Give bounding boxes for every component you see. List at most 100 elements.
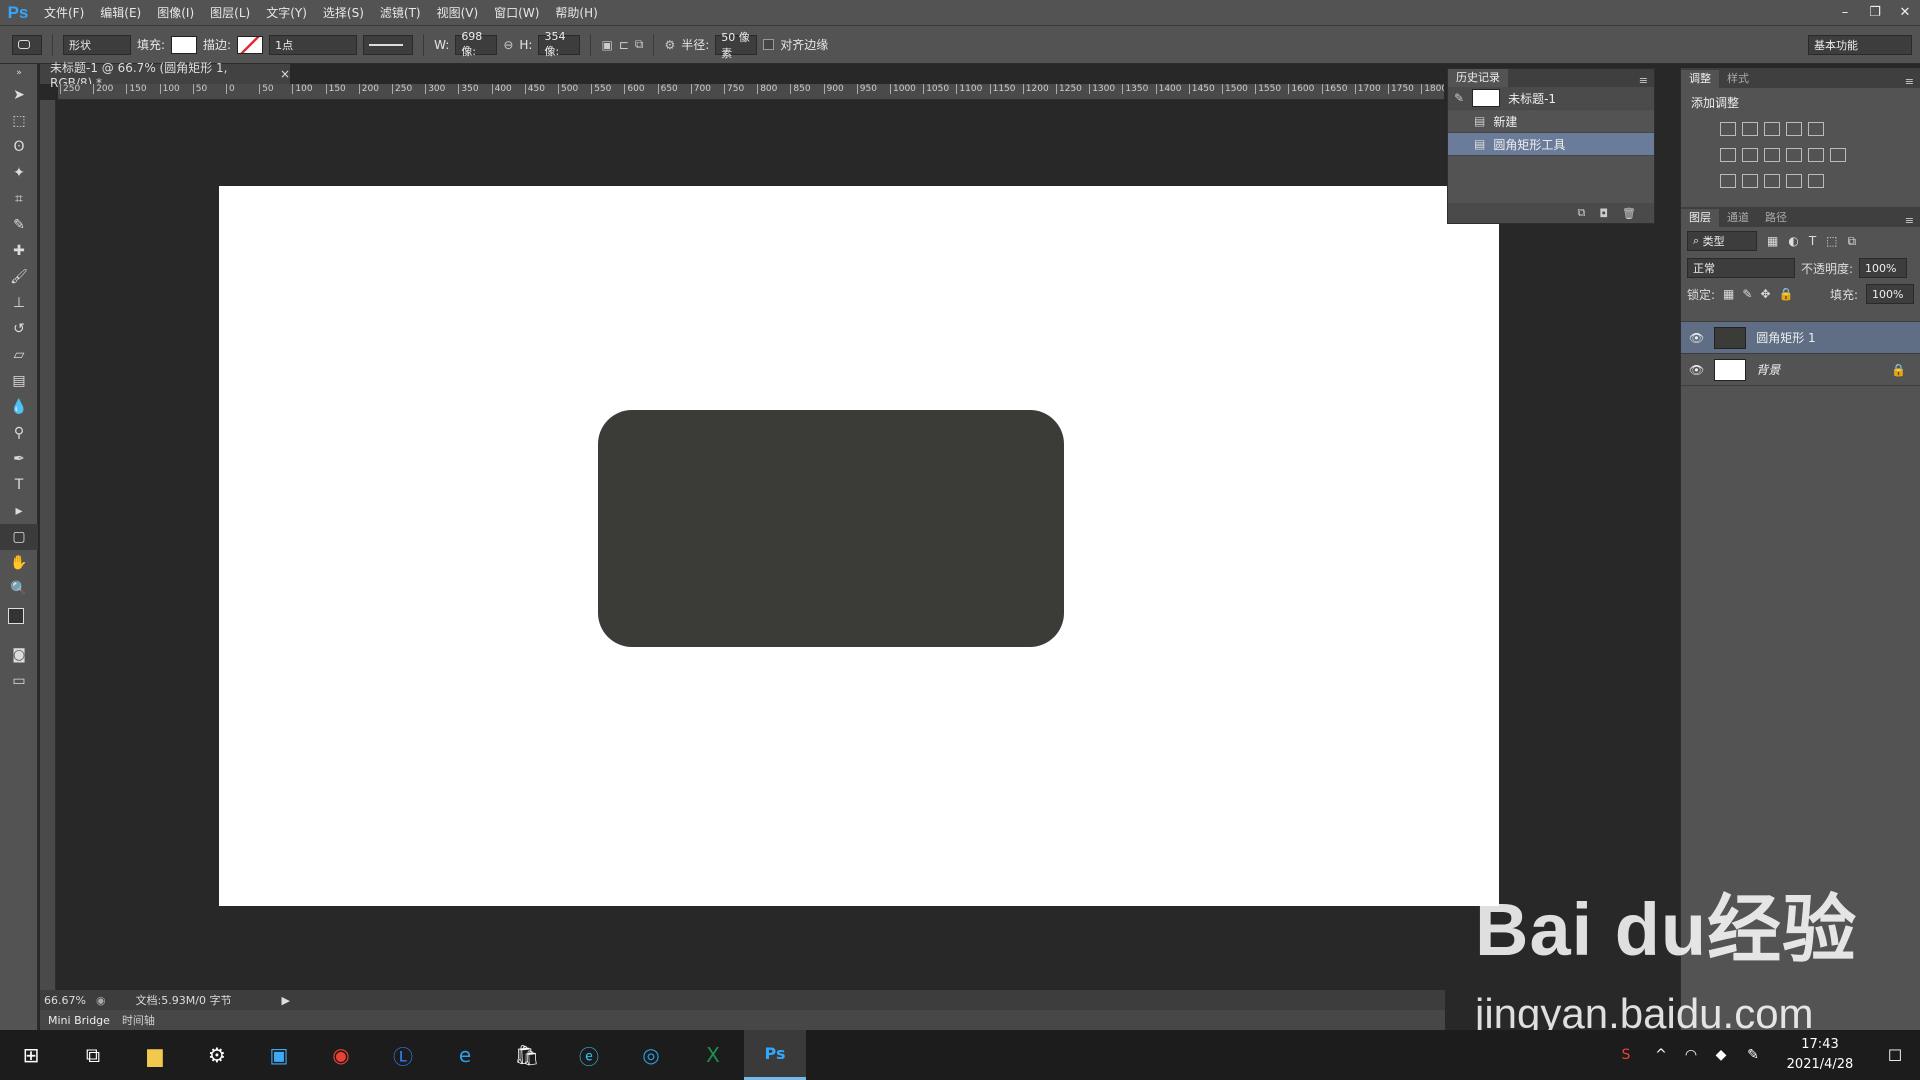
menu-view[interactable]: 视图(V) bbox=[429, 0, 487, 26]
new-document-from-state-icon[interactable]: ⧉ bbox=[1577, 206, 1585, 220]
restore-icon[interactable]: ❐ bbox=[1860, 3, 1890, 23]
l-app-icon[interactable]: Ⓛ bbox=[372, 1030, 434, 1080]
panel-collapse-icon[interactable]: » bbox=[0, 64, 38, 82]
path-selection-icon[interactable]: ▸ bbox=[0, 498, 38, 524]
chrome-icon[interactable]: ◉ bbox=[310, 1030, 372, 1080]
camera-icon[interactable]: ◘ bbox=[1599, 207, 1608, 220]
channel-mixer-icon[interactable] bbox=[1808, 148, 1824, 162]
windows-start-icon[interactable]: ⊞ bbox=[0, 1030, 62, 1080]
curves-icon[interactable] bbox=[1764, 122, 1780, 136]
invert-icon[interactable] bbox=[1720, 174, 1736, 188]
clone-stamp-icon[interactable]: ⊥ bbox=[0, 290, 38, 316]
magic-wand-icon[interactable]: ✦ bbox=[0, 160, 38, 186]
color-balance-icon[interactable] bbox=[1742, 148, 1758, 162]
move-tool-icon[interactable]: ➤ bbox=[0, 82, 38, 108]
lock-position-icon[interactable]: ✥ bbox=[1760, 287, 1770, 301]
vibrance-icon[interactable] bbox=[1808, 122, 1824, 136]
filter-smart-object-icon[interactable]: ⧉ bbox=[1848, 234, 1857, 249]
store-icon[interactable]: 🛍 bbox=[496, 1030, 558, 1080]
gear-icon[interactable]: ⚙ bbox=[664, 38, 675, 52]
menu-image[interactable]: 图像(I) bbox=[149, 0, 202, 26]
stroke-swatch[interactable] bbox=[237, 35, 264, 54]
history-brush-source-icon[interactable]: ✎ bbox=[1454, 91, 1464, 105]
eraser-icon[interactable]: ▱ bbox=[0, 342, 38, 368]
fill-swatch[interactable] bbox=[171, 35, 198, 54]
mode-select[interactable]: 形状 bbox=[63, 34, 131, 55]
posterize-icon[interactable] bbox=[1742, 174, 1758, 188]
document-tab[interactable]: 未标题-1 @ 66.7% (圆角矩形 1, RGB/8) * × bbox=[40, 61, 290, 90]
close-icon[interactable]: ✕ bbox=[1890, 3, 1920, 23]
width-input[interactable]: 698 像: bbox=[455, 30, 498, 58]
stroke-width-input[interactable]: 1点 bbox=[269, 34, 358, 55]
threshold-icon[interactable] bbox=[1764, 174, 1780, 188]
menu-select[interactable]: 选择(S) bbox=[315, 0, 372, 26]
qq-browser-icon[interactable]: ◎ bbox=[620, 1030, 682, 1080]
excel-icon[interactable]: X bbox=[682, 1030, 744, 1080]
tab-channels[interactable]: 通道 bbox=[1719, 209, 1757, 227]
eye-icon[interactable]: 👁 bbox=[1689, 331, 1704, 345]
radius-input[interactable]: 50 像素 bbox=[715, 31, 758, 60]
layer-rounded-rect[interactable]: 👁 圆角矩形 1 bbox=[1681, 322, 1920, 354]
network-icon[interactable]: ◠ bbox=[1676, 1030, 1706, 1080]
photoshop-taskbar-icon[interactable]: Ps bbox=[744, 1030, 806, 1080]
rounded-rectangle-shape[interactable] bbox=[598, 410, 1064, 647]
type-tool-icon[interactable]: T bbox=[0, 472, 38, 498]
rounded-rectangle-tool-icon[interactable]: ▢ bbox=[0, 524, 38, 550]
tab-mini-bridge[interactable]: Mini Bridge bbox=[48, 1014, 110, 1027]
menu-edit[interactable]: 编辑(E) bbox=[92, 0, 149, 26]
zoom-tool-icon[interactable]: 🔍 bbox=[0, 576, 38, 602]
settings-icon[interactable]: ⚙ bbox=[186, 1030, 248, 1080]
eye-icon[interactable]: 👁 bbox=[1689, 363, 1704, 377]
brightness-icon[interactable] bbox=[1720, 122, 1736, 136]
edge-icon[interactable]: ⓔ bbox=[558, 1030, 620, 1080]
panel-menu-icon[interactable]: ≡ bbox=[1899, 75, 1920, 88]
menu-type[interactable]: 文字(Y) bbox=[258, 0, 315, 26]
ie-icon[interactable]: e bbox=[434, 1030, 496, 1080]
panel-menu-icon[interactable]: ≡ bbox=[1899, 214, 1920, 227]
hand-tool-icon[interactable]: ✋ bbox=[0, 550, 38, 576]
eyedropper-icon[interactable]: ✎ bbox=[0, 212, 38, 238]
minimize-icon[interactable]: – bbox=[1830, 3, 1860, 23]
hue-saturation-icon[interactable] bbox=[1720, 148, 1736, 162]
zoom-level[interactable]: 66.67% bbox=[44, 994, 86, 1007]
photo-filter-icon[interactable] bbox=[1786, 148, 1802, 162]
selective-color-icon[interactable] bbox=[1786, 174, 1802, 188]
fill-input[interactable]: 100% bbox=[1866, 284, 1914, 304]
status-menu-arrow-icon[interactable]: ▶ bbox=[281, 994, 289, 1007]
lock-all-icon[interactable]: 🔒 bbox=[1779, 287, 1794, 301]
foreground-color-icon[interactable] bbox=[8, 608, 24, 624]
brush-tool-icon[interactable]: 🖌 bbox=[0, 264, 38, 290]
black-white-icon[interactable] bbox=[1764, 148, 1780, 162]
trash-icon[interactable]: 🗑 bbox=[1622, 207, 1636, 220]
path-alignment-icon[interactable]: ⊏ bbox=[619, 38, 629, 52]
sogou-ime-icon[interactable]: S bbox=[1606, 1030, 1646, 1080]
color-swatches[interactable] bbox=[0, 602, 38, 642]
clock[interactable]: 17:43 2021/4/28 bbox=[1770, 1035, 1870, 1075]
color-lookup-icon[interactable] bbox=[1830, 148, 1846, 162]
workspace-select[interactable]: 基本功能 bbox=[1808, 34, 1912, 55]
history-item-rounded-rect[interactable]: ▤ 圆角矩形工具 bbox=[1448, 133, 1654, 156]
menu-file[interactable]: 文件(F) bbox=[36, 0, 92, 26]
healing-brush-icon[interactable]: ✚ bbox=[0, 238, 38, 264]
exposure-icon[interactable] bbox=[1786, 122, 1802, 136]
blur-tool-icon[interactable]: 💧 bbox=[0, 394, 38, 420]
lock-pixels-icon[interactable]: ✎ bbox=[1742, 287, 1752, 301]
menu-window[interactable]: 窗口(W) bbox=[486, 0, 547, 26]
gradient-tool-icon[interactable]: ▤ bbox=[0, 368, 38, 394]
filter-shape-icon[interactable]: ⬚ bbox=[1826, 234, 1837, 248]
tool-preset-picker[interactable] bbox=[12, 34, 42, 55]
align-edges-checkbox[interactable] bbox=[763, 39, 775, 50]
tab-adjustments[interactable]: 调整 bbox=[1681, 70, 1719, 88]
stroke-type-select[interactable] bbox=[363, 34, 414, 55]
history-snapshot[interactable]: ✎ 未标题-1 bbox=[1448, 87, 1654, 110]
pen-tool-icon[interactable]: ✒ bbox=[0, 446, 38, 472]
levels-icon[interactable] bbox=[1742, 122, 1758, 136]
layer-background[interactable]: 👁 背景 🔒 bbox=[1681, 354, 1920, 386]
height-input[interactable]: 354 像: bbox=[538, 30, 581, 58]
layer-filter-select[interactable]: ⌕ 类型 bbox=[1687, 231, 1757, 251]
link-icon[interactable]: ⊖ bbox=[503, 38, 513, 52]
dodge-tool-icon[interactable]: ⚲ bbox=[0, 420, 38, 446]
gradient-map-icon[interactable] bbox=[1808, 174, 1824, 188]
menu-filter[interactable]: 滤镜(T) bbox=[372, 0, 429, 26]
crop-tool-icon[interactable]: ⌗ bbox=[0, 186, 38, 212]
